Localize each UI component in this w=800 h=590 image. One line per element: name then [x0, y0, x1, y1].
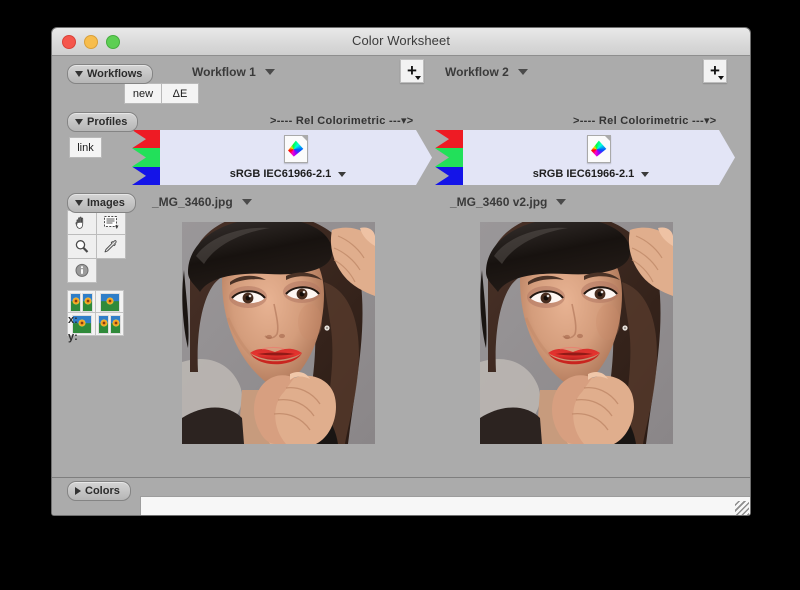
color-profile-icon [284, 135, 308, 163]
colors-content-area [140, 496, 750, 516]
one-thumb-icon [100, 293, 120, 312]
chevron-down-icon [75, 119, 83, 125]
rendering-intent-1[interactable]: >---- Rel Colorimetric ---▾> [270, 114, 414, 127]
image-2-menu[interactable]: _MG_3460 v2.jpg [450, 195, 566, 209]
view-mode-row-1 [67, 290, 125, 313]
workflow-1-menu[interactable]: Workflow 1 [192, 65, 275, 79]
colors-disclosure[interactable]: Colors [67, 481, 131, 501]
hand-icon [74, 215, 90, 230]
view-side-by-side[interactable] [67, 290, 96, 314]
rendering-intent-2[interactable]: >---- Rel Colorimetric ---▾> [573, 114, 717, 127]
profiles-disclosure[interactable]: Profiles [67, 112, 138, 132]
profile-chain-2: sRGB IEC61966-2.1 [435, 130, 735, 185]
cursor-coordinates: x: y: [68, 312, 78, 346]
chevron-down-icon [338, 172, 346, 177]
profiles-section: Profiles link >---- Rel Colorimetric ---… [52, 109, 750, 191]
x-coordinate-label: x: [68, 312, 78, 329]
info-tool[interactable] [67, 258, 97, 283]
chevron-down-icon [718, 76, 724, 80]
chevron-down-icon [415, 76, 421, 80]
image-1-filename: _MG_3460.jpg [152, 195, 233, 209]
color-profile-icon [587, 135, 611, 163]
workflows-section: Workflows new ΔE Workflow 1 + Workflow 2… [52, 56, 750, 109]
hand-tool[interactable] [67, 210, 97, 235]
images-label: Images [87, 197, 125, 209]
new-button[interactable]: new [124, 83, 162, 104]
marquee-tool[interactable] [96, 210, 126, 235]
workflow-2-add-button[interactable]: + [703, 59, 727, 83]
image-2-filename: _MG_3460 v2.jpg [450, 195, 547, 209]
profile-chain-1: sRGB IEC61966-2.1 [132, 130, 432, 185]
two-thumbs-icon [70, 293, 81, 312]
workflows-label: Workflows [87, 68, 142, 80]
chevron-down-icon [75, 200, 83, 206]
window-title: Color Worksheet [52, 33, 750, 48]
rgb-arrows-icon [132, 130, 160, 185]
profile-2-label: sRGB IEC61966-2.1 [533, 168, 635, 180]
profile-2-menu[interactable]: sRGB IEC61966-2.1 [463, 168, 719, 180]
image-1-menu[interactable]: _MG_3460.jpg [152, 195, 252, 209]
workflow-2-label: Workflow 2 [445, 65, 509, 79]
magnifier-icon [74, 239, 90, 254]
colors-bar [52, 478, 750, 496]
workflows-disclosure[interactable]: Workflows [67, 64, 153, 84]
delta-e-button[interactable]: ΔE [161, 83, 199, 104]
two-thumbs-icon [82, 293, 93, 312]
chevron-down-icon [518, 69, 528, 75]
workflow-action-buttons: new ΔE [124, 83, 198, 104]
eyedropper-tool[interactable] [96, 234, 126, 259]
link-button[interactable]: link [69, 137, 102, 158]
images-section: Images _MG_3460.jpg _MG_3460 v2.jpg [52, 190, 750, 478]
workflow-2-menu[interactable]: Workflow 2 [445, 65, 528, 79]
image-canvas-1[interactable] [182, 222, 375, 444]
chevron-down-icon [641, 172, 649, 177]
zoom-tool[interactable] [67, 234, 97, 259]
images-disclosure[interactable]: Images [67, 193, 136, 213]
chevron-down-icon [75, 71, 83, 77]
rgb-arrows-icon [435, 130, 463, 185]
profile-slab-2[interactable]: sRGB IEC61966-2.1 [463, 130, 735, 185]
colors-section: Colors [52, 478, 750, 516]
title-bar[interactable]: Color Worksheet [52, 28, 750, 56]
colors-label: Colors [85, 485, 120, 497]
split-thumb-icon [98, 315, 109, 334]
split-thumb-icon [110, 315, 121, 334]
chevron-right-icon [75, 487, 81, 495]
view-single[interactable] [95, 290, 124, 314]
chevron-down-icon [265, 69, 275, 75]
info-icon [74, 263, 90, 278]
eyedropper-icon [103, 239, 119, 254]
view-split[interactable] [95, 312, 124, 336]
profile-1-menu[interactable]: sRGB IEC61966-2.1 [160, 168, 416, 180]
workflow-1-add-button[interactable]: + [400, 59, 424, 83]
y-coordinate-label: y: [68, 329, 78, 346]
chevron-down-icon [242, 199, 252, 205]
profile-slab-1[interactable]: sRGB IEC61966-2.1 [160, 130, 432, 185]
chevron-down-icon [556, 199, 566, 205]
app-window: Color Worksheet Workflows new ΔE Workflo… [51, 27, 751, 516]
portrait-photo-2 [480, 222, 673, 444]
marquee-icon [103, 215, 120, 230]
image-canvas-2[interactable] [480, 222, 673, 444]
profiles-label: Profiles [87, 116, 127, 128]
portrait-photo-1 [182, 222, 375, 444]
profile-1-label: sRGB IEC61966-2.1 [230, 168, 332, 180]
window-body: Workflows new ΔE Workflow 1 + Workflow 2… [52, 56, 750, 516]
workflow-1-label: Workflow 1 [192, 65, 256, 79]
resize-grip[interactable] [735, 501, 749, 515]
